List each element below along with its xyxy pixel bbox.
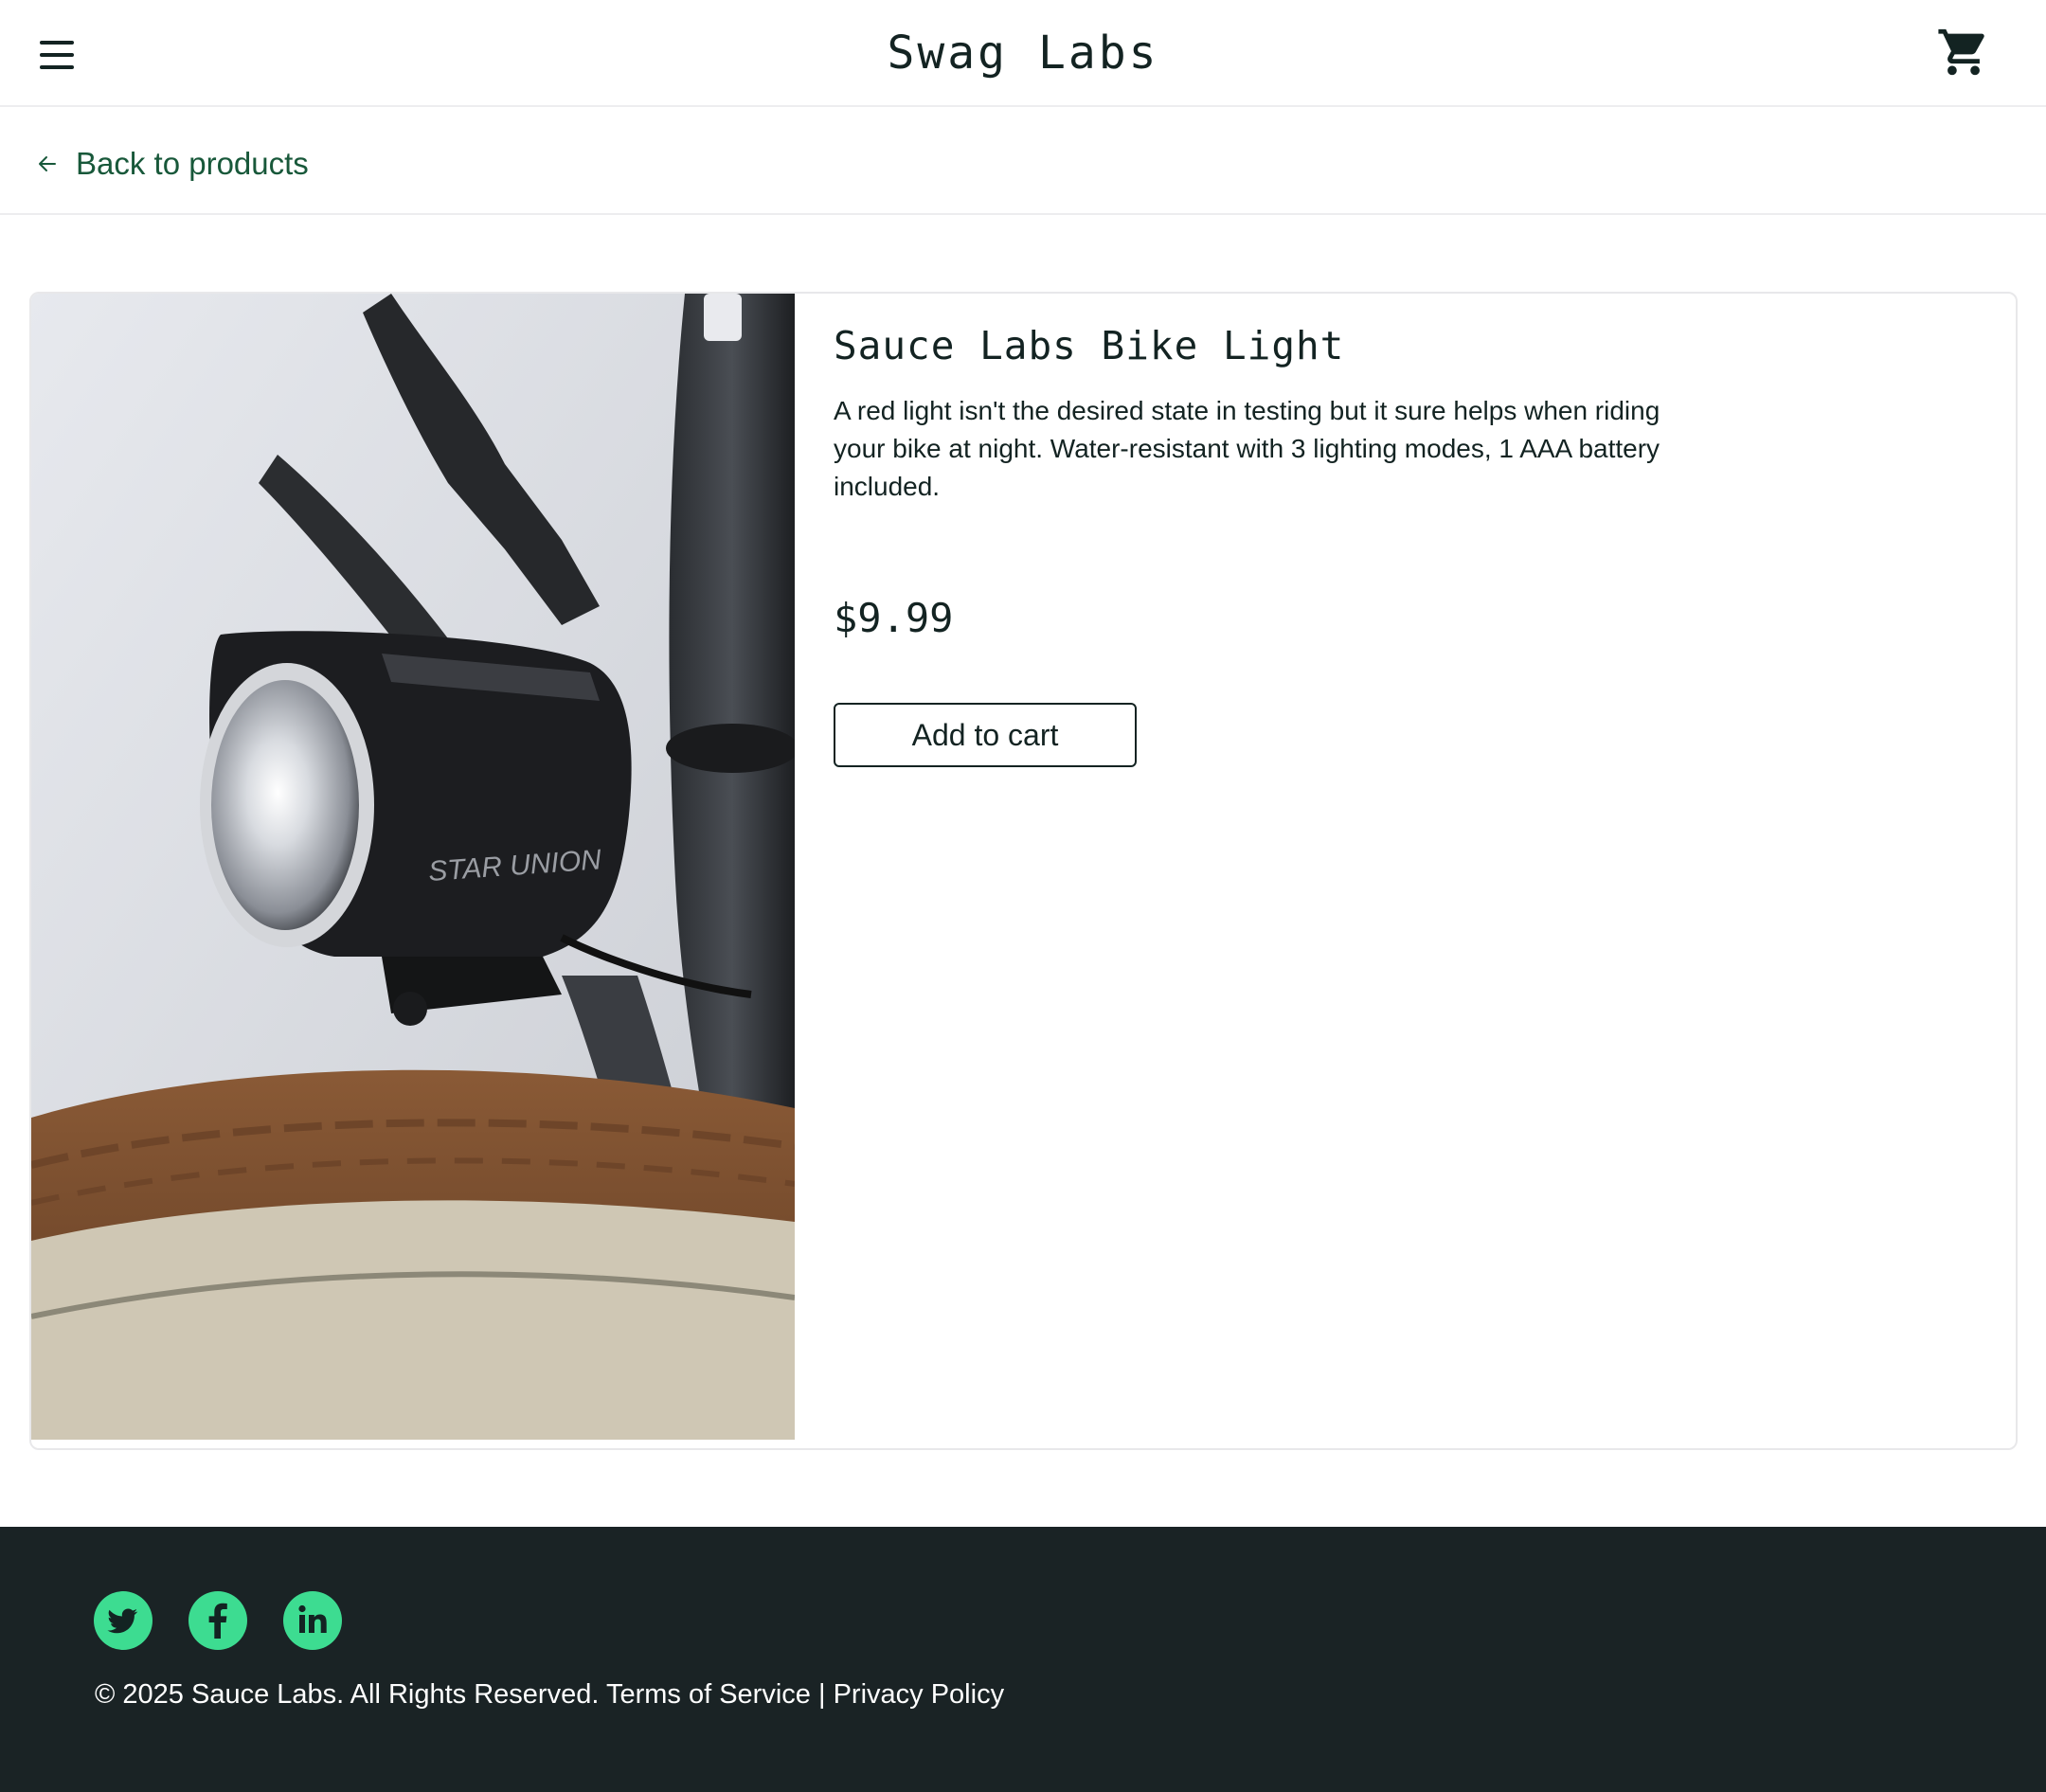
twitter-glyph: [107, 1608, 138, 1634]
product-details-card: STAR UNION Sauce Labs Bike Light A red l…: [29, 292, 2018, 1450]
product-image: STAR UNION: [31, 294, 795, 1440]
arrow-left-icon: [39, 156, 56, 171]
terms-of-service-link[interactable]: Terms of Service: [606, 1679, 811, 1710]
linkedin-glyph: [298, 1604, 327, 1633]
app-header: Swag Labs: [0, 0, 2046, 107]
back-to-products-label: Back to products: [76, 146, 309, 181]
shopping-cart-icon[interactable]: [1936, 25, 1991, 80]
twitter-icon[interactable]: [94, 1591, 153, 1650]
product-name: Sauce Labs Bike Light: [834, 323, 1345, 368]
product-description: A red light isn't the desired state in t…: [834, 396, 1660, 501]
back-to-products-button[interactable]: Back to products: [36, 143, 309, 185]
cart-svg: [1938, 28, 1984, 76]
product-details: Sauce Labs Bike Light A red light isn't …: [834, 322, 1781, 767]
product-price: $9.99: [834, 595, 954, 641]
bike-light-photo: STAR UNION: [31, 294, 795, 1440]
copyright-text: © 2025 Sauce Labs. All Rights Reserved.: [95, 1679, 600, 1710]
facebook-glyph: [208, 1603, 227, 1639]
add-to-cart-button[interactable]: Add to cart: [834, 703, 1137, 767]
app-logo: Swag Labs: [887, 27, 1159, 80]
facebook-icon[interactable]: [188, 1591, 247, 1650]
linkedin-icon[interactable]: [283, 1591, 342, 1650]
footer-separator: |: [817, 1679, 826, 1710]
footer-copyright: © 2025 Sauce Labs. All Rights Reserved. …: [95, 1676, 1004, 1713]
privacy-policy-link[interactable]: Privacy Policy: [834, 1679, 1005, 1710]
secondary-header: Back to products: [0, 109, 2046, 215]
footer: © 2025 Sauce Labs. All Rights Reserved. …: [0, 1527, 2046, 1792]
